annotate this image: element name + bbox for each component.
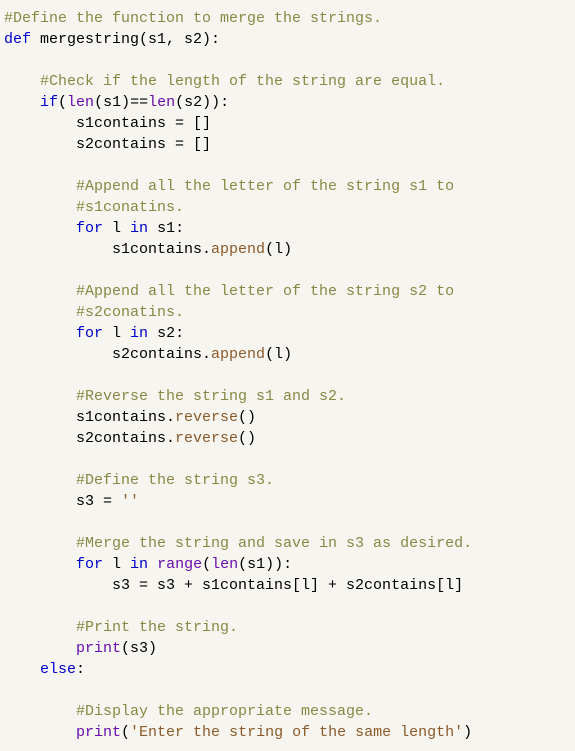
method-append: append	[211, 241, 265, 258]
code: l	[103, 220, 130, 237]
indent	[4, 94, 40, 111]
builtin-print: print	[76, 640, 121, 657]
code: (s2)):	[175, 94, 229, 111]
code	[148, 556, 157, 573]
indent	[4, 724, 76, 741]
keyword-in: in	[130, 556, 148, 573]
code: (s1)==	[94, 94, 148, 111]
code: )	[463, 724, 472, 741]
code: ()	[238, 409, 256, 426]
string: 'Enter the string of the same length'	[130, 724, 463, 741]
comment: #s1conatins.	[4, 199, 184, 216]
code: s1contains.	[4, 241, 211, 258]
code: (s3)	[121, 640, 157, 657]
code: :	[76, 661, 85, 678]
indent	[4, 640, 76, 657]
comment: #Display the appropriate message.	[4, 703, 373, 720]
comment: #Print the string.	[4, 619, 238, 636]
keyword-else: else	[40, 661, 76, 678]
builtin-len: len	[211, 556, 238, 573]
code: (	[121, 724, 130, 741]
comment: #Reverse the string s1 and s2.	[4, 388, 346, 405]
code: s3 =	[4, 493, 121, 510]
comment: #Define the function to merge the string…	[4, 10, 382, 27]
code: s3 = s3 + s1contains[l] + s2contains[l]	[4, 577, 463, 594]
code: s2contains.	[4, 346, 211, 363]
indent	[4, 220, 76, 237]
code: (	[202, 556, 211, 573]
indent	[4, 556, 76, 573]
method-reverse: reverse	[175, 430, 238, 447]
code: s2contains.	[4, 430, 175, 447]
code: l	[103, 556, 130, 573]
comment: #Merge the string and save in s3 as desi…	[4, 535, 472, 552]
keyword-for: for	[76, 556, 103, 573]
keyword-in: in	[130, 220, 148, 237]
code-block: #Define the function to merge the string…	[0, 0, 575, 751]
code: (l)	[265, 346, 292, 363]
func-decl: mergestring(s1, s2):	[31, 31, 220, 48]
code: (s1)):	[238, 556, 292, 573]
method-reverse: reverse	[175, 409, 238, 426]
code: (	[58, 94, 67, 111]
builtin-len: len	[67, 94, 94, 111]
method-append: append	[211, 346, 265, 363]
keyword-if: if	[40, 94, 58, 111]
builtin-len: len	[148, 94, 175, 111]
builtin-print: print	[76, 724, 121, 741]
code: (l)	[265, 241, 292, 258]
comment: #Define the string s3.	[4, 472, 274, 489]
string: ''	[121, 493, 139, 510]
code: l	[103, 325, 130, 342]
keyword-def: def	[4, 31, 31, 48]
comment: #Append all the letter of the string s2 …	[4, 283, 454, 300]
code: ()	[238, 430, 256, 447]
code: s2contains = []	[4, 136, 211, 153]
indent	[4, 325, 76, 342]
code: s1:	[148, 220, 184, 237]
indent	[4, 661, 40, 678]
comment: #s2conatins.	[4, 304, 184, 321]
keyword-for: for	[76, 220, 103, 237]
keyword-for: for	[76, 325, 103, 342]
comment: #Append all the letter of the string s1 …	[4, 178, 454, 195]
code: s1contains.	[4, 409, 175, 426]
code: s2:	[148, 325, 184, 342]
comment: #Check if the length of the string are e…	[4, 73, 445, 90]
keyword-in: in	[130, 325, 148, 342]
builtin-range: range	[157, 556, 202, 573]
code: s1contains = []	[4, 115, 211, 132]
